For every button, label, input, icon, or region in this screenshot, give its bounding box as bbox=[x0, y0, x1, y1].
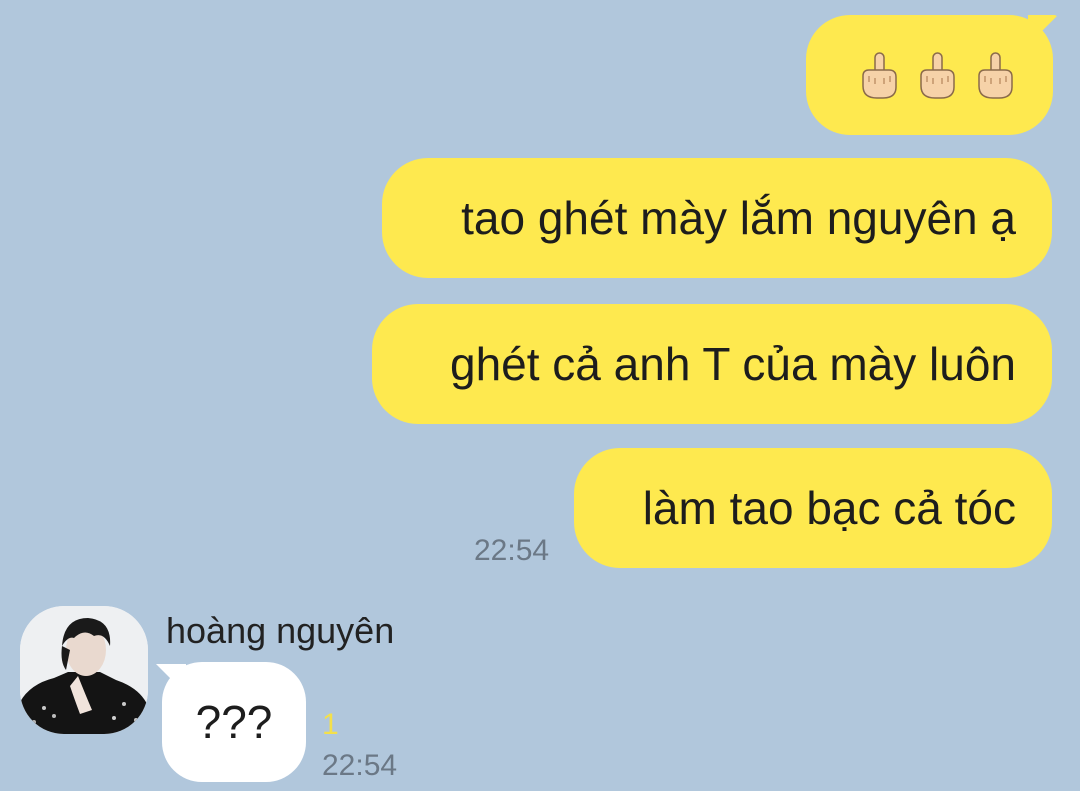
unread-count: 1 bbox=[322, 708, 339, 741]
message-bubble-outgoing[interactable]: ghét cả anh T của mày luôn bbox=[372, 304, 1052, 424]
message-text: tao ghét mày lắm nguyên ạ bbox=[461, 192, 1016, 244]
avatar-photo-icon bbox=[20, 606, 148, 734]
message-bubble-outgoing[interactable]: tao ghét mày lắm nguyên ạ bbox=[382, 158, 1052, 278]
message-timestamp: 22:54 bbox=[474, 534, 550, 567]
emoji-row bbox=[857, 50, 1017, 100]
middle-finger-icon bbox=[920, 52, 955, 99]
message-text: làm tao bạc cả tóc bbox=[642, 482, 1016, 534]
message-timestamp: 22:54 bbox=[322, 749, 398, 782]
middle-finger-icon bbox=[862, 52, 897, 99]
message-text: ghét cả anh T của mày luôn bbox=[449, 338, 1016, 390]
message-bubble-emoji[interactable] bbox=[806, 15, 1053, 135]
message-bubble-incoming[interactable]: ??? bbox=[162, 662, 306, 782]
avatar[interactable] bbox=[20, 606, 148, 734]
message-text: ??? bbox=[195, 696, 273, 748]
message-bubble-outgoing[interactable]: làm tao bạc cả tóc bbox=[574, 448, 1052, 568]
middle-finger-icon bbox=[978, 52, 1013, 99]
sender-name: hoàng nguyên bbox=[166, 610, 395, 651]
